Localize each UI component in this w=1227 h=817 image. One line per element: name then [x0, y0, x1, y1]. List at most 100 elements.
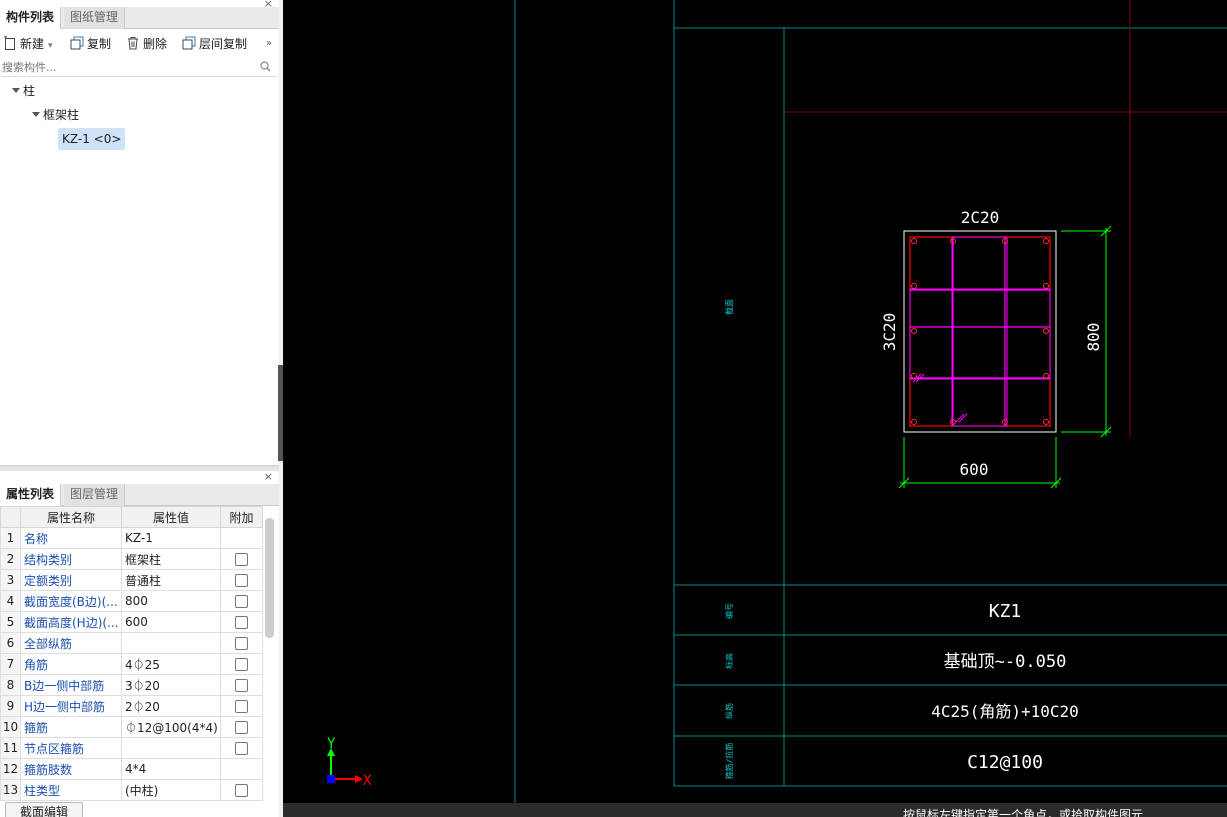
property-row[interactable]: 1 名称 KZ-1	[0, 527, 263, 549]
property-row[interactable]: 9 H边一侧中部筋 2⏀20	[0, 695, 263, 717]
extra-checkbox[interactable]	[235, 742, 248, 755]
property-value[interactable]: ⏀12@100(4*4)	[121, 716, 221, 738]
drawing-canvas[interactable]: 2C20 3C20 800 600 截面 编号 KZ1 标高 基础顶~-0.05…	[283, 0, 1227, 803]
new-button[interactable]: 新建 ▾	[3, 35, 53, 53]
property-row[interactable]: 10 箍筋 ⏀12@100(4*4)	[0, 716, 263, 738]
property-name: 结构类别	[20, 548, 122, 570]
tree-node-frame-column[interactable]: 框架柱	[32, 104, 79, 126]
extra-checkbox[interactable]	[235, 574, 248, 587]
tree-node-column-label: 柱	[23, 84, 36, 98]
row-index: 13	[0, 779, 21, 801]
tab-drawing-management[interactable]: 图纸管理	[64, 7, 126, 29]
ucs-axis-icon: Y X	[327, 736, 372, 789]
property-row[interactable]: 8 B边一侧中部筋 3⏀20	[0, 674, 263, 696]
property-row[interactable]: 2 结构类别 框架柱	[0, 548, 263, 570]
extra-checkbox[interactable]	[235, 616, 248, 629]
extra-checkbox[interactable]	[235, 595, 248, 608]
extra-checkbox[interactable]	[235, 637, 248, 650]
new-dropdown-icon[interactable]: ▾	[48, 41, 53, 51]
property-value[interactable]: 800	[121, 590, 221, 612]
search-input[interactable]	[0, 58, 250, 76]
property-value[interactable]: 4⏀25	[121, 653, 221, 675]
property-value[interactable]	[121, 737, 221, 759]
delete-button[interactable]: 删除	[126, 35, 167, 53]
expand-arrow-icon[interactable]	[32, 112, 40, 117]
extra-cell	[220, 758, 263, 780]
property-scrollbar[interactable]	[265, 518, 274, 638]
table-value-stirrup: C12@100	[967, 752, 1043, 773]
property-name: 角筋	[20, 653, 122, 675]
property-panel-close-icon[interactable]: ×	[264, 470, 273, 483]
tab-layer-management[interactable]: 图层管理	[64, 484, 126, 506]
property-row[interactable]: 13 柱类型 (中柱)	[0, 779, 263, 801]
property-value[interactable]: 2⏀20	[121, 695, 221, 717]
header-index	[0, 506, 21, 528]
expand-arrow-icon[interactable]	[12, 88, 20, 93]
floor-copy-button[interactable]: 层间复制	[182, 35, 247, 53]
extra-checkbox[interactable]	[235, 721, 248, 734]
copy-button[interactable]: 复制	[70, 35, 111, 53]
property-value[interactable]: 4*4	[121, 758, 221, 780]
rebar-dot	[911, 419, 917, 425]
property-value[interactable]: (中柱)	[121, 779, 221, 801]
tab-property-list[interactable]: 属性列表	[0, 484, 62, 506]
inner-stirrup	[909, 288, 1051, 380]
tree-node-column[interactable]: 柱	[12, 80, 35, 102]
section-edit-button[interactable]: 截面编辑	[5, 802, 83, 817]
property-value[interactable]: KZ-1	[121, 527, 221, 549]
extra-cell	[220, 632, 263, 654]
property-name: 截面宽度(B边)(...	[20, 590, 122, 612]
property-name: H边一侧中部筋	[20, 695, 122, 717]
property-row[interactable]: 6 全部纵筋	[0, 632, 263, 654]
property-value[interactable]: 3⏀20	[121, 674, 221, 696]
extra-cell	[220, 653, 263, 675]
property-name: 节点区箍筋	[20, 737, 122, 759]
copy-icon	[70, 36, 84, 50]
property-row[interactable]: 12 箍筋肢数 4*4	[0, 758, 263, 780]
table-label-id: 编号	[724, 603, 734, 619]
property-value[interactable]: 600	[121, 611, 221, 633]
floor-copy-icon	[182, 36, 196, 50]
property-row[interactable]: 3 定额类别 普通柱	[0, 569, 263, 591]
tree-node-frame-column-label: 框架柱	[43, 108, 80, 122]
row-index: 2	[0, 548, 21, 570]
toolbar-more-icon[interactable]: »	[266, 35, 272, 53]
property-row[interactable]: 11 节点区箍筋	[0, 737, 263, 759]
header-extra: 附加	[220, 506, 263, 528]
extra-cell	[220, 548, 263, 570]
status-bar: 按鼠标左键指定第一个角点，或拾取构件图元	[283, 803, 1227, 817]
header-property-name: 属性名称	[20, 506, 122, 528]
row-index: 1	[0, 527, 21, 549]
table-label-longitudinal: 纵筋	[724, 703, 734, 719]
rebar-dot	[1043, 328, 1049, 334]
extra-checkbox[interactable]	[235, 658, 248, 671]
width-dim-label: 600	[960, 460, 989, 479]
tab-component-list[interactable]: 构件列表	[0, 7, 62, 29]
property-value[interactable]: 普通柱	[121, 569, 221, 591]
extra-checkbox[interactable]	[235, 553, 248, 566]
rebar-dot	[911, 283, 917, 289]
new-button-label: 新建	[20, 37, 45, 51]
extra-checkbox[interactable]	[235, 679, 248, 692]
property-value[interactable]	[121, 632, 221, 654]
row-index: 5	[0, 611, 21, 633]
property-panel-tabs: 属性列表 图层管理	[0, 484, 279, 506]
extra-cell	[220, 716, 263, 738]
section-label: 截面	[724, 299, 734, 315]
search-icon[interactable]	[260, 61, 271, 72]
property-row[interactable]: 7 角筋 4⏀25	[0, 653, 263, 675]
panel-splitter[interactable]	[0, 465, 279, 471]
floor-copy-button-label: 层间复制	[199, 37, 248, 51]
property-name: 柱类型	[20, 779, 122, 801]
property-row[interactable]: 4 截面宽度(B边)(... 800	[0, 590, 263, 612]
component-toolbar: 新建 ▾ 复制 删除 层间复制 »	[0, 32, 279, 56]
property-name: 名称	[20, 527, 122, 549]
property-value[interactable]: 框架柱	[121, 548, 221, 570]
extra-checkbox[interactable]	[235, 700, 248, 713]
extra-checkbox[interactable]	[235, 784, 248, 797]
tree-node-kz1[interactable]: KZ-1 <0>	[58, 128, 126, 150]
row-index: 7	[0, 653, 21, 675]
tie-hook	[955, 413, 968, 423]
delete-button-label: 删除	[143, 37, 168, 51]
property-row[interactable]: 5 截面高度(H边)(... 600	[0, 611, 263, 633]
